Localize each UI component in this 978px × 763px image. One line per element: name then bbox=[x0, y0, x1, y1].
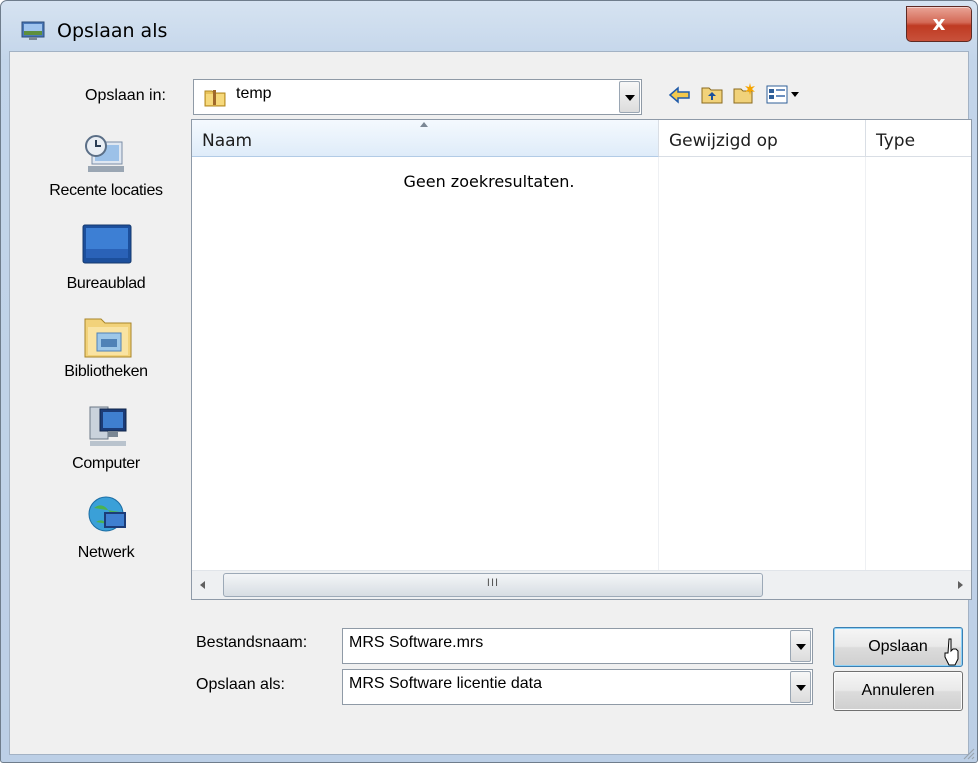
dialog-body: Opslaan in: temp Recente locaties Bureau… bbox=[9, 51, 972, 755]
filetype-value: MRS Software licentie data bbox=[349, 675, 542, 692]
chevron-down-icon[interactable] bbox=[619, 81, 640, 113]
column-header-label: Naam bbox=[202, 131, 253, 151]
sort-ascending-icon bbox=[420, 122, 428, 127]
back-icon[interactable] bbox=[668, 84, 692, 106]
chevron-down-icon[interactable] bbox=[790, 630, 811, 662]
column-divider bbox=[865, 157, 866, 570]
scroll-left-icon[interactable] bbox=[200, 581, 205, 589]
column-header-label: Gewijzigd op bbox=[669, 131, 778, 151]
folder-icon bbox=[204, 90, 226, 107]
resize-grip-icon[interactable] bbox=[961, 746, 975, 760]
column-header-label: Type bbox=[876, 131, 916, 151]
save-in-value: temp bbox=[236, 85, 272, 102]
column-header-name[interactable]: Naam bbox=[192, 120, 659, 157]
dialog-app-icon bbox=[21, 21, 45, 40]
network-icon bbox=[88, 496, 126, 532]
scroll-grip-icon: III bbox=[486, 577, 500, 589]
save-in-label: Opslaan in: bbox=[85, 87, 166, 104]
scroll-right-icon[interactable] bbox=[958, 581, 963, 589]
views-menu-icon[interactable] bbox=[765, 83, 801, 105]
place-computer[interactable]: Computer bbox=[26, 403, 186, 483]
place-label: Bureaublad bbox=[66, 275, 146, 292]
filetype-label: Opslaan als: bbox=[196, 676, 285, 693]
place-network[interactable]: Netwerk bbox=[26, 492, 186, 572]
empty-results-text: Geen zoekresultaten. bbox=[403, 172, 575, 191]
filename-value: MRS Software.mrs bbox=[349, 634, 484, 651]
dialog-title: Opslaan als bbox=[57, 20, 168, 42]
desktop-icon bbox=[82, 224, 132, 264]
place-label: Recente locaties bbox=[49, 182, 163, 199]
filename-label: Bestandsnaam: bbox=[196, 634, 308, 651]
new-folder-icon[interactable] bbox=[732, 82, 756, 104]
file-list[interactable]: Naam Gewijzigd op Type Geen zoekresultat… bbox=[191, 119, 972, 600]
save-in-dropdown[interactable]: temp bbox=[193, 79, 642, 115]
column-header-modified[interactable]: Gewijzigd op bbox=[659, 120, 866, 157]
place-libraries[interactable]: Bibliotheken bbox=[26, 313, 186, 393]
place-desktop[interactable]: Bureaublad bbox=[26, 223, 186, 303]
filetype-dropdown[interactable]: MRS Software licentie data bbox=[342, 669, 813, 705]
places-bar: Recente locaties Bureaublad Bibliotheken bbox=[26, 128, 186, 608]
place-recent-locations[interactable]: Recente locaties bbox=[26, 128, 186, 212]
place-label: Bibliotheken bbox=[64, 363, 148, 380]
recent-places-icon bbox=[85, 135, 124, 172]
column-header-type[interactable]: Type bbox=[866, 120, 971, 157]
place-label: Computer bbox=[72, 455, 140, 472]
close-button[interactable]: x bbox=[906, 6, 972, 42]
mouse-pointer-icon bbox=[944, 638, 959, 666]
computer-icon bbox=[89, 406, 127, 446]
chevron-down-icon[interactable] bbox=[790, 671, 811, 703]
close-icon: x bbox=[932, 11, 946, 35]
libraries-icon bbox=[84, 318, 132, 358]
save-as-dialog: Opslaan als x Opslaan in: temp Recente l… bbox=[0, 0, 978, 763]
scrollbar-thumb[interactable]: III bbox=[223, 573, 763, 597]
horizontal-scrollbar[interactable]: III bbox=[192, 570, 971, 599]
place-label: Netwerk bbox=[77, 544, 135, 561]
up-folder-icon[interactable] bbox=[700, 83, 724, 105]
cancel-button[interactable]: Annuleren bbox=[833, 671, 963, 711]
cancel-button-label: Annuleren bbox=[861, 682, 935, 699]
filename-field[interactable]: MRS Software.mrs bbox=[342, 628, 813, 664]
column-divider bbox=[658, 157, 659, 570]
title-bar[interactable]: Opslaan als x bbox=[1, 1, 977, 51]
